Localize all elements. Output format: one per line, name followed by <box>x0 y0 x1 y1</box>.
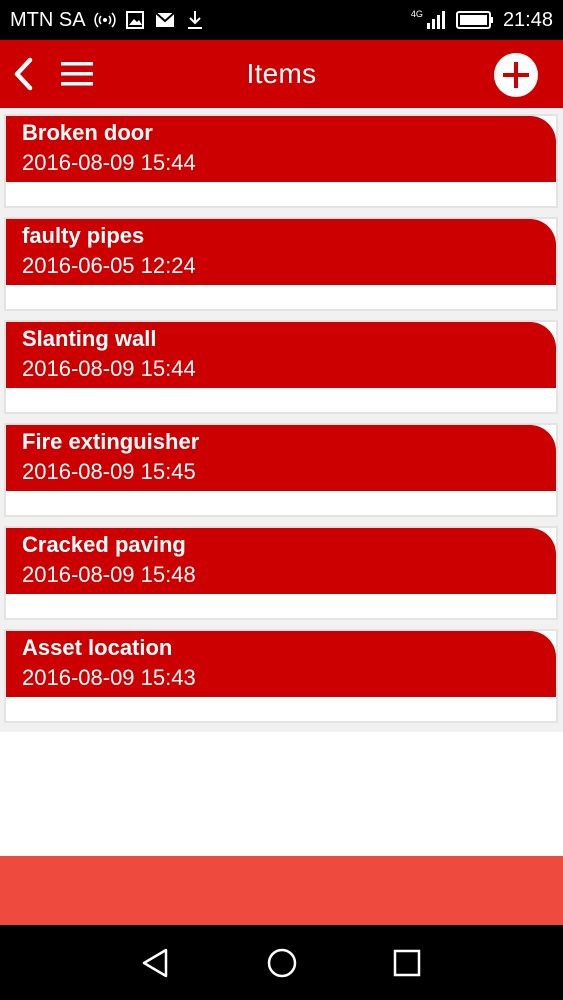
mail-icon <box>154 9 176 31</box>
plus-circle-icon <box>494 53 538 97</box>
list-item-header: faulty pipes 2016-06-05 12:24 <box>6 219 556 285</box>
item-name: Broken door <box>22 120 153 145</box>
list-item[interactable]: Slanting wall 2016-08-09 15:44 <box>4 320 558 414</box>
hotspot-icon <box>93 9 116 31</box>
list-item[interactable]: Fire extinguisher 2016-08-09 15:45 <box>4 423 558 517</box>
item-date: 2016-08-09 15:44 <box>22 150 196 175</box>
item-name: faulty pipes <box>22 223 145 248</box>
nav-home-button[interactable] <box>264 945 300 981</box>
carrier-label: MTN SA <box>10 8 86 31</box>
item-date: 2016-08-09 15:45 <box>22 459 196 484</box>
item-name: Fire extinguisher <box>22 429 200 454</box>
list-item[interactable]: Broken door 2016-08-09 15:44 <box>4 114 558 208</box>
list-item[interactable]: faulty pipes 2016-06-05 12:24 <box>4 217 558 311</box>
list-item-header: Fire extinguisher 2016-08-09 15:45 <box>6 425 556 491</box>
list-item[interactable]: Asset location 2016-08-09 15:43 <box>4 629 558 723</box>
status-bar-right: 4G 21:48 <box>411 9 553 32</box>
footer-bar <box>0 856 563 925</box>
add-item-button[interactable] <box>493 52 539 98</box>
item-date: 2016-08-09 15:48 <box>22 562 196 587</box>
app-bar: Items <box>0 40 563 108</box>
download-icon <box>184 9 206 31</box>
item-name: Slanting wall <box>22 326 157 351</box>
list-item-header: Slanting wall 2016-08-09 15:44 <box>6 322 556 388</box>
chevron-left-icon <box>14 57 33 91</box>
battery-icon <box>455 9 495 31</box>
status-bar-left: MTN SA <box>10 9 206 32</box>
list-item-header: Asset location 2016-08-09 15:43 <box>6 631 556 697</box>
item-name: Cracked paving <box>22 532 186 557</box>
network-type-badge: 4G <box>410 8 423 19</box>
system-navigation-bar <box>0 925 563 1000</box>
item-date: 2016-08-09 15:43 <box>22 665 196 690</box>
image-icon <box>124 9 146 31</box>
item-date: 2016-06-05 12:24 <box>22 253 196 278</box>
nav-recents-button[interactable] <box>389 945 425 981</box>
items-list: Broken door 2016-08-09 15:44 faulty pipe… <box>0 108 563 732</box>
item-date: 2016-08-09 15:44 <box>22 356 196 381</box>
hamburger-icon <box>61 62 93 86</box>
status-bar: MTN SA 4G 21:48 <box>0 0 563 40</box>
back-button[interactable] <box>8 54 44 94</box>
signal-icon <box>425 9 447 31</box>
list-item-header: Broken door 2016-08-09 15:44 <box>6 116 556 182</box>
list-item-header: Cracked paving 2016-08-09 15:48 <box>6 528 556 594</box>
clock: 21:48 <box>502 8 553 31</box>
list-item[interactable]: Cracked paving 2016-08-09 15:48 <box>4 526 558 620</box>
nav-back-button[interactable] <box>138 945 174 981</box>
square-recents-icon <box>393 949 421 977</box>
item-name: Asset location <box>22 635 173 660</box>
menu-button[interactable] <box>58 58 96 90</box>
circle-home-icon <box>267 948 297 978</box>
triangle-back-icon <box>142 948 168 978</box>
